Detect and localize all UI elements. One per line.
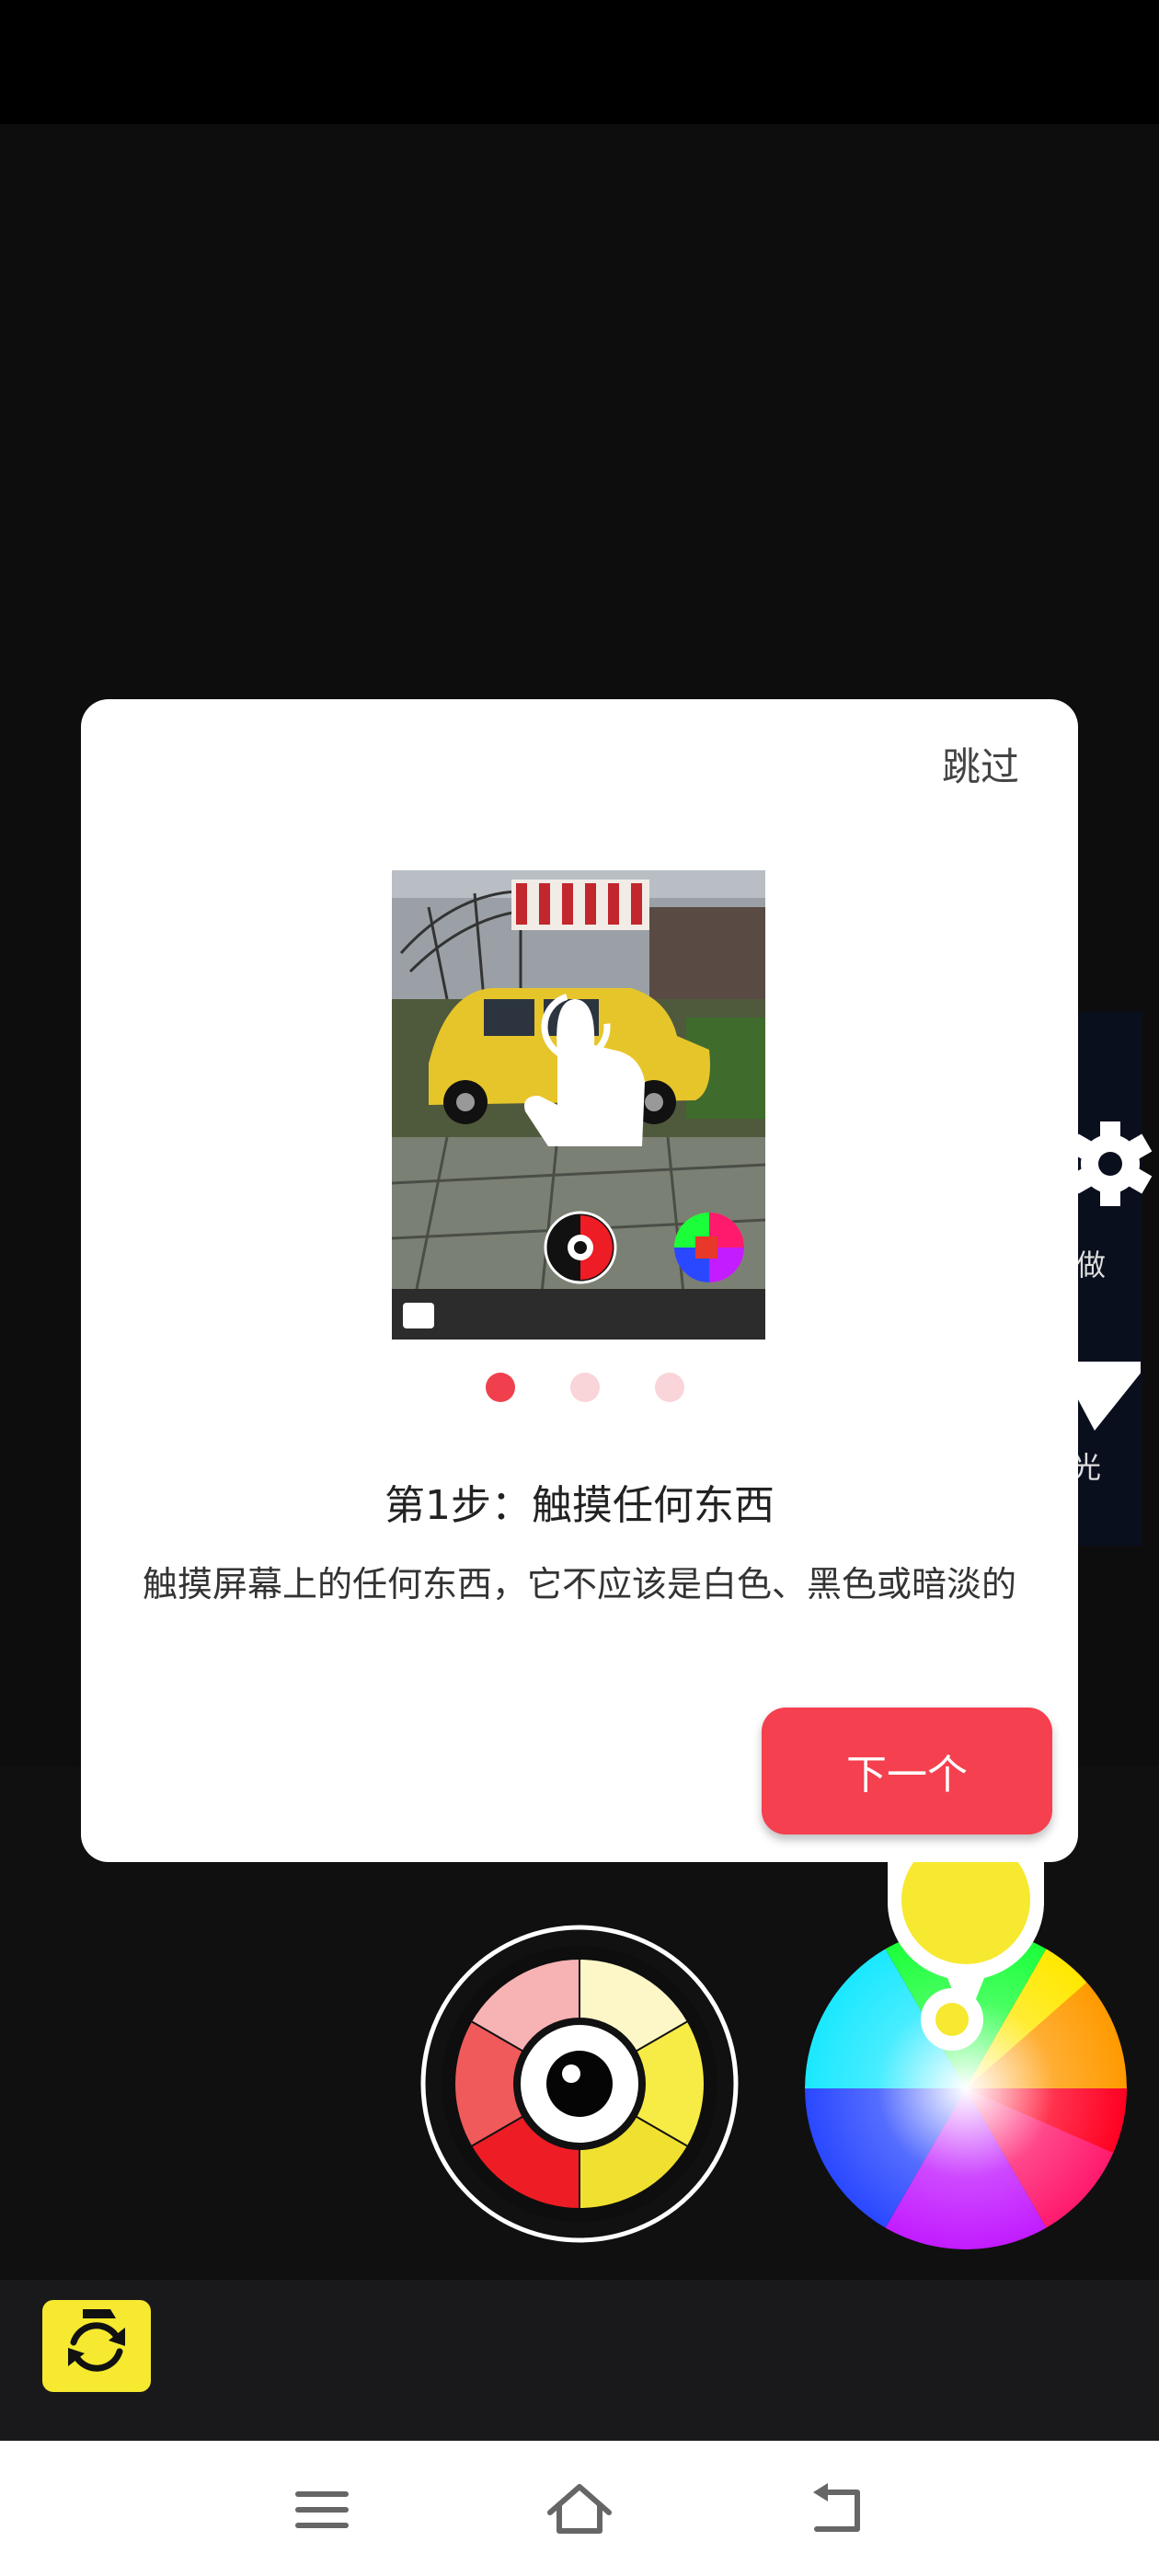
eye-color-picker-icon[interactable] <box>419 1923 740 2245</box>
tutorial-dialog: 跳过 第1步：触摸任何东西 触摸屏幕上的任何东西，它不应该是白色、黑色或暗淡的 … <box>81 699 1078 1862</box>
color-wheel-icon[interactable] <box>800 1849 1131 2254</box>
page-indicator <box>486 1373 725 1406</box>
page-dot <box>655 1373 684 1402</box>
side-panel-label: 做 <box>1076 1248 1107 1282</box>
home-icon[interactable] <box>543 2478 616 2542</box>
status-bar <box>0 0 1159 124</box>
menu-icon[interactable] <box>285 2478 359 2542</box>
page-dot <box>570 1373 600 1402</box>
step-description: 触摸屏幕上的任何东西，它不应该是白色、黑色或暗淡的 <box>142 1564 1016 1604</box>
page-dot-active <box>486 1373 515 1402</box>
step-title: 第1步：触摸任何东西 <box>384 1482 775 1529</box>
camera-switch-button[interactable] <box>42 2300 151 2392</box>
skip-button[interactable]: 跳过 <box>942 736 1019 792</box>
back-icon[interactable] <box>800 2478 874 2542</box>
next-button[interactable]: 下一个 <box>762 1708 1052 1834</box>
tutorial-illustration <box>392 870 765 1340</box>
camera-switch-icon <box>68 2309 125 2372</box>
navigation-bar <box>0 2441 1159 2576</box>
bottom-toolbar <box>0 2280 1159 2441</box>
